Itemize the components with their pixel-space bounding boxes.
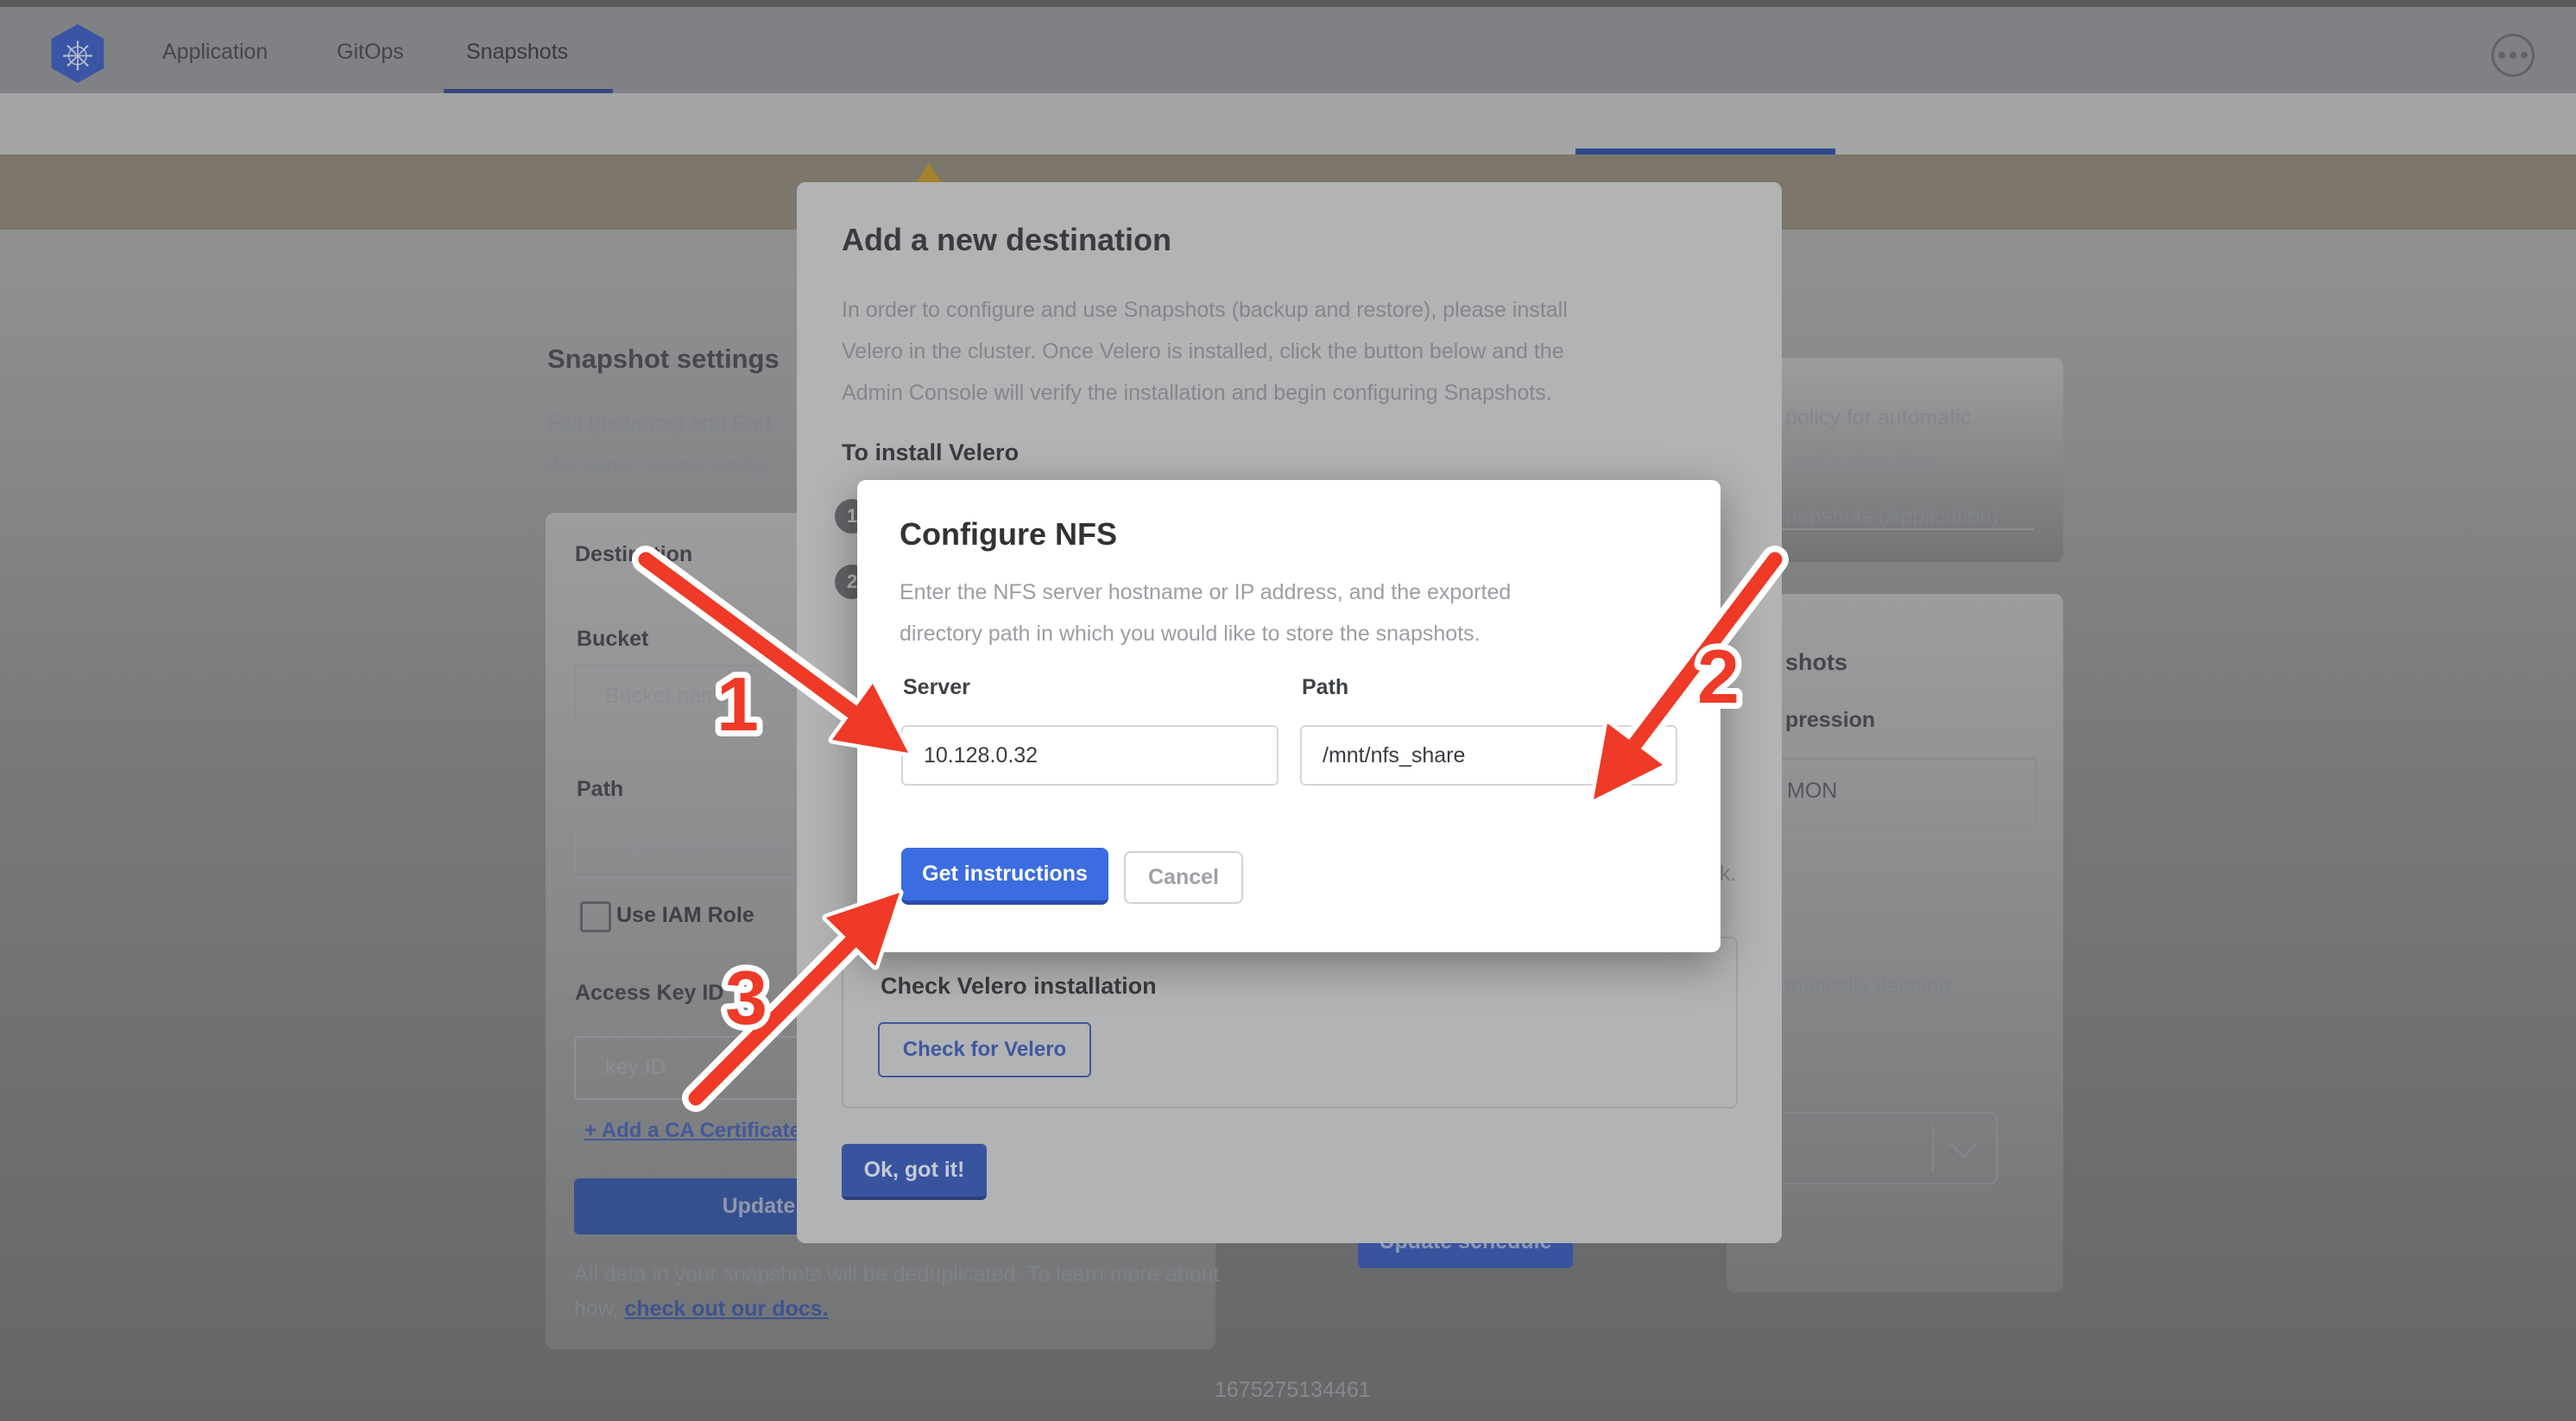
step-1-number: 1 <box>847 505 857 527</box>
path-placeholder: /path/to/destination <box>605 834 787 859</box>
cron-expression-value: MON <box>1787 779 1837 804</box>
tab-gitops[interactable]: GitOps <box>337 33 404 71</box>
bucket-placeholder: Bucket name <box>605 684 731 709</box>
retention-unit-select[interactable] <box>1752 1112 1998 1184</box>
destination-label: Destination <box>575 542 692 567</box>
right-card1-link-fragment[interactable]: napshots (Application) <box>1785 504 1998 529</box>
access-key-placeholder: key ID <box>605 1055 666 1080</box>
select-divider <box>1932 1124 1934 1172</box>
install-velero-heading: To install Velero <box>842 439 1019 466</box>
get-instructions-button[interactable]: Get instructions <box>901 848 1108 905</box>
step-text-fragment: k. <box>1720 862 1736 887</box>
tab-application[interactable]: Application <box>162 33 268 71</box>
check-velero-heading: Check Velero installation <box>881 973 1157 1000</box>
dedup-note-line1: All data in your snapshots will be dedup… <box>574 1262 1219 1287</box>
add-destination-body-line3: Admin Console will verify the installati… <box>842 381 1552 406</box>
right-card1-underline <box>1782 528 2034 530</box>
nfs-server-input[interactable] <box>901 725 1279 786</box>
ok-got-it-button[interactable]: Ok, got it! <box>842 1144 987 1200</box>
timestamp: 1675275134461 <box>1215 1378 1371 1403</box>
right-card1-line2: application data. <box>1785 451 1942 476</box>
cron-expression-input[interactable]: MON <box>1761 758 2037 825</box>
page-desc-line2: the same Velero config <box>547 452 767 477</box>
nfs-path-label: Path <box>1302 675 1348 700</box>
more-menu-icon[interactable] <box>2491 34 2535 77</box>
step-2-number: 2 <box>847 571 857 593</box>
nfs-path-input[interactable] <box>1300 725 1677 786</box>
configure-nfs-title: Configure NFS <box>900 516 1117 553</box>
right-card2-heading-fragment: shots <box>1785 649 1847 676</box>
tab-snapshots[interactable]: Snapshots <box>466 33 568 71</box>
docs-link[interactable]: check out our docs. <box>624 1297 828 1321</box>
tab-snapshots-label: Snapshots <box>466 40 568 65</box>
access-key-label: Access Key ID <box>575 981 723 1006</box>
dedup-note-prefix: how, <box>574 1297 624 1321</box>
window-top-strip <box>0 0 2576 7</box>
admin-console-screen: ⎈ Application GitOps Snapshots Full Snap… <box>0 0 2576 1421</box>
top-nav: ⎈ Application GitOps Snapshots <box>0 7 2576 95</box>
page-desc-line1: Full (Instance) and Part <box>547 411 772 436</box>
kubernetes-logo-icon: ⎈ <box>49 24 106 83</box>
nfs-server-label: Server <box>903 675 970 700</box>
bucket-label: Bucket <box>577 627 648 652</box>
dedup-note-line2: how, check out our docs. <box>574 1297 829 1322</box>
page-title: Snapshot settings <box>547 344 780 375</box>
right-card1-line1: policy for automatic <box>1785 406 1971 431</box>
cron-expression-label-fragment: pression <box>1785 708 1875 733</box>
add-destination-body-line2: Velero in the cluster. Once Velero is in… <box>842 339 1564 364</box>
snapshots-sub-nav: Full Snapshots (Instance) Partial Snapsh… <box>0 93 2576 155</box>
nfs-desc-line2: directory path in which you would like t… <box>900 622 1481 647</box>
tab-gitops-label: GitOps <box>337 40 404 65</box>
add-destination-body-line1: In order to configure and use Snapshots … <box>842 298 1568 323</box>
add-ca-certificate-link[interactable]: + Add a CA Certificate <box>584 1119 801 1143</box>
tab-application-label: Application <box>162 40 268 65</box>
nfs-desc-line1: Enter the NFS server hostname or IP addr… <box>900 580 1511 605</box>
chevron-down-icon <box>1949 1130 1978 1159</box>
check-for-velero-button[interactable]: Check for Velero <box>878 1022 1091 1077</box>
use-iam-role-label: Use IAM Role <box>616 903 754 928</box>
check-velero-section: Check Velero installation Check for Vele… <box>842 937 1738 1108</box>
active-subtab-underline <box>1575 148 1835 155</box>
configure-nfs-modal: Configure NFS Enter the NFS server hostn… <box>857 480 1720 952</box>
use-iam-role-checkbox[interactable] <box>580 901 611 932</box>
add-destination-title: Add a new destination <box>842 222 1171 258</box>
path-label: Path <box>577 777 623 802</box>
warning-triangle-icon <box>916 163 942 183</box>
retention-text-fragment: matically deleting <box>1785 974 1951 999</box>
cancel-button[interactable]: Cancel <box>1124 851 1243 904</box>
